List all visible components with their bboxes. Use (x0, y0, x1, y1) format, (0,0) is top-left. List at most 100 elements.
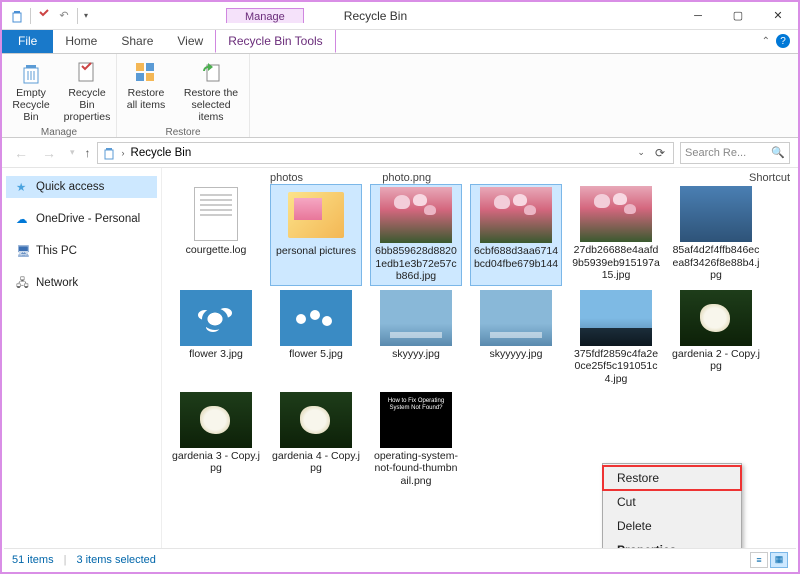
column-header[interactable]: photos (270, 172, 338, 184)
tab-recycle-bin-tools[interactable]: Recycle Bin Tools (215, 30, 336, 53)
file-item[interactable]: skyyyyy.jpg (470, 288, 562, 388)
label: OneDrive - Personal (36, 213, 140, 225)
file-item[interactable]: flower 3.jpg (170, 288, 262, 388)
ctx-cut[interactable]: Cut (603, 490, 741, 514)
separator (30, 8, 31, 24)
recycle-bin-icon (10, 9, 24, 23)
thumbnail (580, 290, 652, 346)
file-name: gardenia 3 - Copy.jpg (172, 450, 260, 475)
tab-file[interactable]: File (2, 30, 53, 53)
undo-icon[interactable]: ↶ (57, 9, 71, 23)
navigation-pane: ★ Quick access ☁ OneDrive - Personal 🖥 T… (2, 168, 162, 548)
thumbnail: How to Fix Operating System Not Found? (380, 392, 452, 448)
tab-home[interactable]: Home (53, 30, 109, 53)
file-item[interactable]: 27db26688e4aafd9b5939eb915197a15.jpg (570, 184, 662, 286)
search-input[interactable]: Search Re... 🔍 (680, 142, 790, 164)
thumbnail (280, 392, 352, 448)
thumbnail (280, 187, 352, 243)
address-dropdown-caret[interactable]: ⌄ (637, 147, 645, 158)
tab-view[interactable]: View (165, 30, 215, 53)
file-name: 6bb859628d88201edb1e3b72e57cb86d.jpg (373, 245, 459, 283)
selection-count: 3 items selected (76, 554, 155, 566)
forward-button[interactable]: → (38, 145, 60, 161)
refresh-icon[interactable]: ⟳ (651, 146, 669, 160)
search-icon: 🔍 (771, 146, 785, 159)
label: Recycle Bin properties (64, 87, 111, 123)
back-button[interactable]: ← (10, 145, 32, 161)
file-item[interactable]: gardenia 3 - Copy.jpg (170, 390, 262, 490)
recent-locations-caret[interactable]: ▾ (66, 147, 79, 158)
close-button[interactable]: ✕ (758, 2, 798, 30)
file-item[interactable]: 6cbf688d3aa6714bcd04fbe679b144 (470, 184, 562, 286)
chevron-right-icon[interactable]: › (122, 148, 125, 158)
column-header[interactable]: Shortcut (749, 172, 790, 184)
file-item[interactable]: gardenia 2 - Copy.jpg (670, 288, 762, 388)
separator: | (64, 554, 67, 566)
file-name: skyyyy.jpg (392, 348, 440, 361)
properties-icon[interactable] (37, 9, 51, 23)
minimize-button[interactable]: ─ (678, 2, 718, 30)
icons-view-button[interactable]: ▦ (770, 552, 788, 568)
restore-all-button[interactable]: Restore all items (119, 58, 173, 125)
nav-onedrive[interactable]: ☁ OneDrive - Personal (6, 208, 157, 230)
file-item[interactable]: 85af4d2f4ffb846ecea8f3426f8e88b4.jpg (670, 184, 762, 286)
empty-recycle-bin-button[interactable]: Empty Recycle Bin (4, 58, 58, 125)
restore-all-icon (133, 60, 159, 86)
label: Empty Recycle Bin (10, 87, 52, 123)
ctx-restore[interactable]: Restore (603, 466, 741, 490)
search-placeholder: Search Re... (685, 147, 746, 159)
file-name: 6cbf688d3aa6714bcd04fbe679b144 (473, 245, 559, 270)
address-bar[interactable]: › Recycle Bin ⌄ ⟳ (97, 142, 674, 164)
qat-customize-caret[interactable]: ▾ (84, 11, 88, 20)
thumbnail (680, 186, 752, 242)
file-item[interactable]: 375fdf2859c4fa2e0ce25f5c191051c4.jpg (570, 288, 662, 388)
label: Network (36, 277, 78, 289)
thumbnail (380, 187, 452, 243)
file-name: gardenia 4 - Copy.jpg (272, 450, 360, 475)
ribbon-group-restore: Restore all items Restore the selected i… (117, 54, 250, 137)
tab-share[interactable]: Share (109, 30, 165, 53)
network-icon: 🖧 (16, 276, 30, 290)
ribbon-group-manage: Empty Recycle Bin Recycle Bin properties… (2, 54, 117, 137)
collapse-ribbon-icon[interactable]: ⌃ (762, 36, 770, 47)
file-name: flower 3.jpg (189, 348, 243, 361)
breadcrumb[interactable]: Recycle Bin (131, 147, 192, 159)
window-title: Recycle Bin (344, 9, 407, 23)
file-item[interactable]: gardenia 4 - Copy.jpg (270, 390, 362, 490)
group-label: Restore (165, 125, 200, 140)
thumbnail (380, 290, 452, 346)
title-bar: ↶ ▾ Manage Recycle Bin ─ ▢ ✕ (2, 2, 798, 30)
file-item[interactable]: flower 5.jpg (270, 288, 362, 388)
recycle-bin-properties-button[interactable]: Recycle Bin properties (60, 58, 114, 125)
ctx-properties[interactable]: Properties (603, 538, 741, 548)
details-view-button[interactable]: ≡ (750, 552, 768, 568)
file-item[interactable]: personal pictures (270, 184, 362, 286)
file-item[interactable]: skyyyy.jpg (370, 288, 462, 388)
file-item[interactable]: 6bb859628d88201edb1e3b72e57cb86d.jpg (370, 184, 462, 286)
file-name: 85af4d2f4ffb846ecea8f3426f8e88b4.jpg (672, 244, 760, 282)
file-item[interactable]: How to Fix Operating System Not Found?op… (370, 390, 462, 490)
ctx-delete[interactable]: Delete (603, 514, 741, 538)
pc-icon: 🖥 (16, 244, 30, 258)
help-icon[interactable]: ? (776, 34, 790, 48)
nav-network[interactable]: 🖧 Network (6, 272, 157, 294)
cloud-icon: ☁ (16, 212, 30, 226)
label: Restore all items (125, 87, 167, 111)
column-header[interactable]: photo.png (382, 172, 450, 184)
thumbnail (280, 290, 352, 346)
ribbon-tabs: File Home Share View Recycle Bin Tools ⌃… (2, 30, 798, 54)
nav-quick-access[interactable]: ★ Quick access (6, 176, 157, 198)
label: This PC (36, 245, 77, 257)
nav-this-pc[interactable]: 🖥 This PC (6, 240, 157, 262)
properties-icon (74, 60, 100, 86)
maximize-button[interactable]: ▢ (718, 2, 758, 30)
restore-selected-button[interactable]: Restore the selected items (175, 58, 247, 125)
column-headers: photos photo.png Shortcut (170, 172, 790, 184)
contextual-tab-header: Manage (226, 8, 304, 23)
file-name: courgette.log (186, 244, 247, 257)
thumbnail (580, 186, 652, 242)
up-button[interactable]: ↑ (85, 146, 91, 160)
file-list-view[interactable]: photos photo.png Shortcut courgette.log p… (162, 168, 798, 548)
label: Quick access (36, 181, 104, 193)
file-item[interactable]: courgette.log (170, 184, 262, 286)
